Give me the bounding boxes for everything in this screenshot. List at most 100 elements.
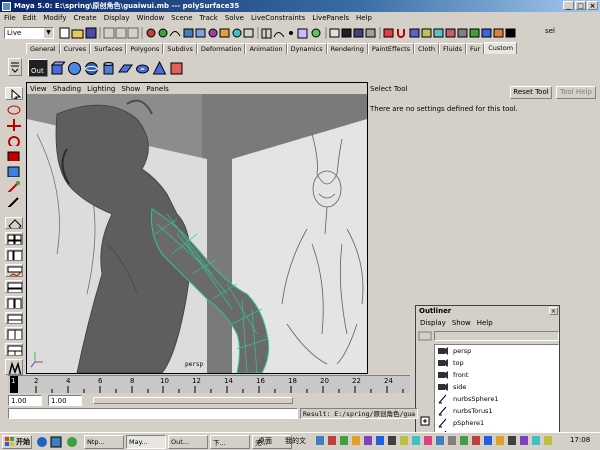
vp-menu-view[interactable]: View xyxy=(30,85,47,93)
show-desktop-icon xyxy=(50,436,62,447)
universal-manip-icon[interactable] xyxy=(5,164,23,177)
status-line-icons[interactable] xyxy=(58,26,598,40)
range-slider[interactable] xyxy=(93,397,293,404)
menu-set-dropdown[interactable]: Live ▼ xyxy=(4,26,54,39)
mask-deformers-icon xyxy=(195,28,206,37)
tab-rendering[interactable]: Rendering xyxy=(326,43,368,54)
time-slider[interactable]: 1 2 4 6 8 10 12 14 16 18 20 22 24 xyxy=(8,375,410,393)
my-documents-toolbar-label[interactable]: 我的文 xyxy=(285,436,306,446)
tab-animation[interactable]: Animation xyxy=(245,43,287,54)
poly-torus-icon[interactable] xyxy=(135,61,150,76)
menu-solve[interactable]: Solve xyxy=(225,14,244,22)
reset-tool-button[interactable]: Reset Tool xyxy=(510,86,552,99)
menu-livepanels[interactable]: LivePanels xyxy=(312,14,349,22)
system-tray-icons[interactable] xyxy=(316,435,566,447)
list-item[interactable]: persp xyxy=(435,345,558,357)
tab-curves[interactable]: Curves xyxy=(59,43,91,54)
layout-icon-9[interactable] xyxy=(5,343,23,356)
outliner-toolbar-icon[interactable] xyxy=(418,331,432,341)
tab-cloth[interactable]: Cloth xyxy=(414,43,440,54)
playback-start-field[interactable]: 1.00 xyxy=(48,395,82,406)
tool-help-button[interactable]: Tool Help xyxy=(556,86,596,99)
menu-window[interactable]: Window xyxy=(137,14,165,22)
tab-polygons[interactable]: Polygons xyxy=(126,43,164,54)
tab-custom[interactable]: Custom xyxy=(484,42,518,54)
tick-label: 8 xyxy=(130,377,135,385)
four-view-layout-icon[interactable] xyxy=(5,232,23,246)
outliner-filter-bar[interactable] xyxy=(434,331,559,341)
taskbar-item[interactable]: 下... xyxy=(210,434,250,449)
minimize-button[interactable]: _ xyxy=(563,1,574,10)
select-tool-icon[interactable] xyxy=(5,87,23,100)
menu-display[interactable]: Display xyxy=(104,14,130,22)
close-button[interactable]: × xyxy=(587,1,598,10)
layout-icon-7[interactable] xyxy=(5,311,23,325)
scale-tool-icon[interactable] xyxy=(5,149,23,162)
taskbar-item[interactable]: May... xyxy=(126,434,166,449)
tick-label: 6 xyxy=(98,377,103,385)
menu-help[interactable]: Help xyxy=(356,14,372,22)
soft-mod-icon[interactable] xyxy=(5,180,23,193)
menu-edit[interactable]: Edit xyxy=(23,14,37,22)
viewport-canvas[interactable] xyxy=(27,94,367,373)
subdiv-cube-icon[interactable] xyxy=(169,61,184,76)
perspective-viewport[interactable]: View Shading Lighting Show Panels persp xyxy=(26,82,368,374)
tab-fur[interactable]: Fur xyxy=(466,43,485,54)
tab-painteffects[interactable]: PaintEffects xyxy=(367,43,415,54)
menu-liveconstraints[interactable]: LiveConstraints xyxy=(251,14,305,22)
move-tool-icon[interactable] xyxy=(5,118,23,131)
tab-dynamics[interactable]: Dynamics xyxy=(286,43,327,54)
rotate-tool-icon[interactable] xyxy=(5,134,23,146)
maximize-button[interactable]: □ xyxy=(575,1,586,10)
out-shelf-button[interactable]: Out xyxy=(28,59,48,77)
expand-toggle-pSphere1[interactable] xyxy=(418,416,432,426)
start-time-field[interactable]: 1.00 xyxy=(8,395,42,406)
list-item[interactable]: pSphere1 xyxy=(435,417,558,429)
outliner-close-button[interactable]: × xyxy=(549,307,558,315)
nurbs-sphere-icon[interactable] xyxy=(84,61,99,76)
quick-launch[interactable] xyxy=(36,435,82,449)
hypershade-layout-icon[interactable] xyxy=(5,279,23,293)
ol-menu-help[interactable]: Help xyxy=(477,318,493,329)
poly-cone-icon[interactable] xyxy=(152,60,167,76)
desktop-toolbar-label[interactable]: 桌面 xyxy=(258,436,272,446)
nurbs-cylinder-icon[interactable] xyxy=(101,61,116,76)
list-item[interactable]: nurbsSphere1 xyxy=(435,393,558,405)
menu-scene[interactable]: Scene xyxy=(171,14,192,22)
poly-plane-icon[interactable] xyxy=(118,61,133,76)
menu-modify[interactable]: Modify xyxy=(43,14,66,22)
show-manip-icon[interactable] xyxy=(5,195,23,208)
start-button[interactable]: 开始 xyxy=(2,434,32,449)
list-item[interactable]: top xyxy=(435,357,558,369)
layout-icon-8[interactable] xyxy=(5,327,23,341)
vp-menu-shading[interactable]: Shading xyxy=(53,85,81,93)
list-item[interactable]: front xyxy=(435,369,558,381)
command-result: Result: E:/spring/原创角色/gua xyxy=(300,408,418,419)
list-item[interactable]: side xyxy=(435,381,558,393)
shelf-menu-button[interactable] xyxy=(8,58,22,76)
vp-menu-lighting[interactable]: Lighting xyxy=(87,85,115,93)
taskbar-item[interactable]: Ntp... xyxy=(84,434,124,449)
vp-menu-show[interactable]: Show xyxy=(121,85,140,93)
command-input[interactable] xyxy=(8,408,298,419)
poly-sphere-icon[interactable] xyxy=(67,61,82,76)
tab-fluids[interactable]: Fluids xyxy=(439,43,467,54)
poly-cube-icon[interactable] xyxy=(50,61,65,76)
menu-create[interactable]: Create xyxy=(73,14,96,22)
single-pane-layout-icon[interactable] xyxy=(5,216,23,230)
list-item[interactable]: nurbsTorus1 xyxy=(435,405,558,417)
menu-file[interactable]: File xyxy=(4,14,16,22)
persp-hypergraph-layout-icon[interactable] xyxy=(5,295,23,309)
tab-surfaces[interactable]: Surfaces xyxy=(90,43,127,54)
tab-general[interactable]: General xyxy=(26,43,60,54)
menu-track[interactable]: Track xyxy=(200,14,218,22)
persp-graph-layout-icon[interactable] xyxy=(5,264,23,277)
ol-menu-display[interactable]: Display xyxy=(420,318,446,329)
tab-deformation[interactable]: Deformation xyxy=(196,43,246,54)
lasso-tool-icon[interactable] xyxy=(5,103,23,115)
taskbar-item[interactable]: Out... xyxy=(168,434,208,449)
ol-menu-show[interactable]: Show xyxy=(452,318,471,329)
tab-subdivs[interactable]: Subdivs xyxy=(163,43,197,54)
persp-outliner-layout-icon[interactable] xyxy=(5,248,23,262)
vp-menu-panels[interactable]: Panels xyxy=(146,85,169,93)
